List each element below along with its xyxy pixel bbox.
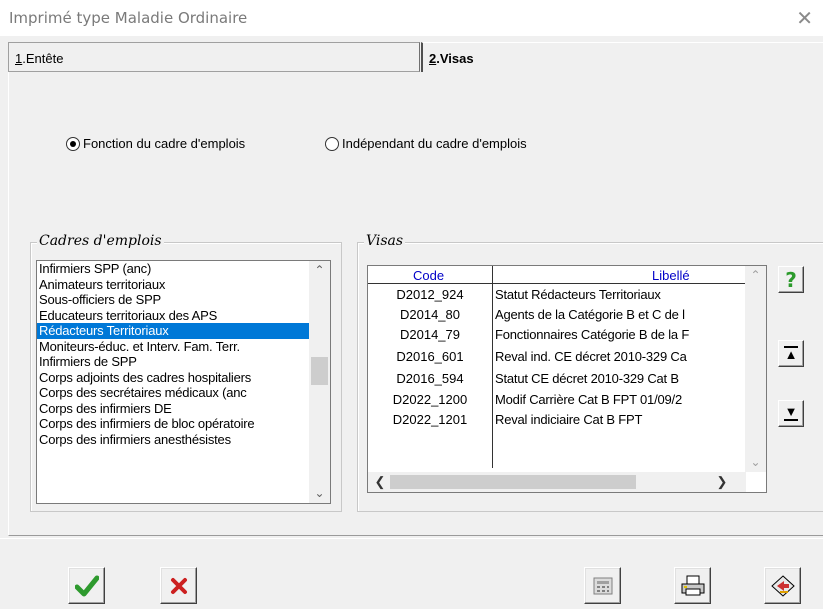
table-row[interactable]: D2014_79 Fonctionnaires Catégorie B de l…	[368, 325, 766, 345]
list-item[interactable]: Corps des infirmiers anesthésistes	[37, 432, 330, 448]
cadres-listbox[interactable]: Infirmiers SPP (anc) Animateurs territor…	[36, 260, 331, 504]
cell-libelle: Statut Rédacteurs Territoriaux	[495, 287, 661, 302]
cell-libelle: Statut CE décret 2010-329 Cat B	[495, 371, 679, 386]
ok-button[interactable]	[68, 567, 105, 604]
list-item[interactable]: Corps adjoints des cadres hospitaliers	[37, 370, 330, 386]
bottom-toolbar	[0, 538, 823, 609]
list-item[interactable]: Infirmiers SPP (anc)	[37, 261, 330, 277]
scroll-thumb[interactable]	[390, 475, 636, 489]
tab-visas-label: .Visas	[436, 51, 474, 66]
visas-hscrollbar[interactable]: ❮ ❯	[368, 472, 746, 492]
scroll-left-icon[interactable]: ❮	[370, 472, 390, 492]
radio-fonction-cadre-indicator[interactable]	[66, 136, 80, 151]
list-item[interactable]: Corps des secrétaires médicaux (anc	[37, 385, 330, 401]
radio-fonction-cadre-label: Fonction du cadre d'emplois	[83, 136, 246, 151]
calculator-icon	[593, 577, 612, 594]
scroll-up-icon[interactable]: ⌃	[745, 266, 766, 285]
checkmark-icon	[74, 575, 99, 596]
table-row[interactable]: D2012_924 Statut Rédacteurs Territoriaux	[368, 285, 766, 305]
cadres-vscrollbar[interactable]: ⌃ ⌄	[309, 261, 330, 503]
cadres-legend: Cadres d'emplois	[37, 233, 164, 249]
cell-code: D2016_594	[396, 371, 464, 386]
help-button[interactable]: ?	[778, 266, 804, 293]
list-item[interactable]: Sous-officiers de SPP	[37, 292, 330, 308]
list-item[interactable]: Educateurs territoriaux des APS	[37, 308, 330, 324]
move-up-button[interactable]: ▲	[778, 340, 804, 367]
table-row[interactable]: D2016_594 Statut CE décret 2010-329 Cat …	[368, 369, 766, 389]
list-item[interactable]: Moniteurs-éduc. et Interv. Fam. Terr.	[37, 339, 330, 355]
print-button[interactable]	[674, 567, 711, 604]
visas-vscrollbar[interactable]: ⌃ ⌄	[745, 266, 766, 472]
window-title: Imprimé type Maladie Ordinaire	[9, 9, 248, 27]
cross-icon	[170, 577, 187, 594]
tab-entete-label: .Entête	[22, 51, 64, 66]
visas-grid[interactable]: Code Libellé D2012_924 Statut Rédacteurs…	[367, 265, 767, 493]
column-header-libelle[interactable]: Libellé	[652, 268, 690, 283]
cell-code: D2022_1201	[392, 412, 468, 427]
table-row[interactable]: D2022_1201 Reval indiciaire Cat B FPT	[368, 410, 766, 430]
exit-button[interactable]	[764, 567, 801, 604]
arrow-down-icon: ▼	[784, 404, 798, 421]
printer-icon	[681, 575, 704, 595]
calculator-button[interactable]	[584, 567, 621, 604]
table-row[interactable]: D2022_1200 Modif Carrière Cat B FPT 01/0…	[368, 390, 766, 410]
column-header-code[interactable]: Code	[413, 268, 444, 283]
tab-visas[interactable]: 2.Visas	[421, 42, 823, 72]
title-bar: Imprimé type Maladie Ordinaire ✕	[0, 0, 823, 36]
move-down-button[interactable]: ▼	[778, 400, 804, 427]
radio-independant-cadre-label: Indépendant du cadre d'emplois	[342, 136, 527, 151]
scroll-up-icon[interactable]: ⌃	[309, 261, 330, 280]
table-row[interactable]: D2014_80 Agents de la Catégorie B et C d…	[368, 305, 766, 325]
help-icon: ?	[785, 267, 797, 292]
scroll-down-icon[interactable]: ⌄	[309, 484, 330, 503]
scroll-thumb[interactable]	[311, 357, 328, 385]
list-item[interactable]: Corps des infirmiers DE	[37, 401, 330, 417]
radio-fonction-cadre[interactable]: Fonction du cadre d'emplois	[66, 136, 245, 151]
visas-legend: Visas	[364, 233, 406, 249]
list-item[interactable]: Animateurs territoriaux	[37, 277, 330, 293]
list-item[interactable]: Infirmiers de SPP	[37, 354, 330, 370]
cell-code: D2016_601	[396, 349, 464, 364]
list-item-selected[interactable]: Rédacteurs Territoriaux	[37, 323, 309, 339]
dialog-client: 1.Entête 2.Visas Fonction du cadre d'emp…	[0, 36, 823, 609]
radio-independant-cadre[interactable]: Indépendant du cadre d'emplois	[325, 136, 527, 151]
arrow-up-icon: ▲	[784, 346, 798, 362]
cell-code: D2014_79	[400, 327, 460, 342]
radio-independant-cadre-indicator[interactable]	[325, 136, 339, 151]
cell-code: D2014_80	[400, 307, 460, 322]
cell-libelle: Modif Carrière Cat B FPT 01/09/2	[495, 392, 682, 407]
cancel-button[interactable]	[160, 567, 197, 604]
cell-code: D2022_1200	[392, 392, 468, 407]
table-row[interactable]: D2016_601 Reval ind. CE décret 2010-329 …	[368, 347, 766, 367]
cell-libelle: Fonctionnaires Catégorie B de la F	[495, 327, 690, 342]
cell-libelle: Reval ind. CE décret 2010-329 Ca	[495, 349, 687, 364]
scroll-right-icon[interactable]: ❯	[712, 472, 732, 492]
cell-libelle: Agents de la Catégorie B et C de l	[495, 307, 685, 322]
cell-libelle: Reval indiciaire Cat B FPT	[495, 412, 643, 427]
cell-code: D2012_924	[396, 287, 464, 302]
close-icon[interactable]: ✕	[796, 6, 813, 31]
exit-icon	[770, 574, 795, 597]
tab-entete[interactable]: 1.Entête	[8, 42, 420, 72]
grid-header: Code Libellé	[368, 266, 766, 284]
list-item[interactable]: Corps des infirmiers de bloc opératoire	[37, 416, 330, 432]
scroll-down-icon[interactable]: ⌄	[745, 453, 766, 472]
